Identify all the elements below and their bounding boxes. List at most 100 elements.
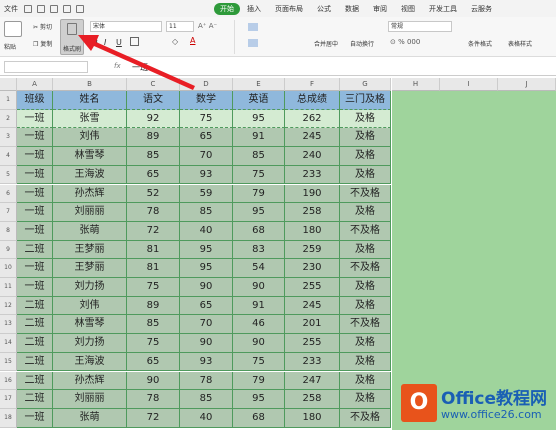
- table-cell[interactable]: 81: [127, 259, 180, 278]
- table-cell[interactable]: 78: [127, 203, 180, 222]
- table-cell[interactable]: 72: [127, 221, 180, 241]
- tab-page-layout[interactable]: 页面布局: [268, 3, 310, 15]
- bold-button[interactable]: B: [92, 38, 98, 47]
- table-cell[interactable]: 78: [180, 371, 233, 391]
- table-cell[interactable]: 190: [285, 184, 340, 204]
- table-cell[interactable]: 90: [233, 278, 285, 297]
- table-cell[interactable]: 180: [285, 408, 340, 428]
- copy-button[interactable]: ❐ 复制: [33, 39, 52, 48]
- table-cell[interactable]: 89: [127, 128, 180, 148]
- table-cell[interactable]: 79: [233, 184, 285, 204]
- table-cell[interactable]: 85: [127, 315, 180, 335]
- column-header-f[interactable]: F: [285, 78, 340, 91]
- table-cell[interactable]: 85: [127, 147, 180, 166]
- column-header-d[interactable]: D: [180, 78, 233, 91]
- table-cell[interactable]: 180: [285, 221, 340, 241]
- tab-review[interactable]: 审阅: [366, 3, 394, 15]
- table-cell[interactable]: 95: [233, 203, 285, 222]
- table-cell[interactable]: 89: [127, 296, 180, 316]
- table-cell[interactable]: 一班: [17, 203, 53, 222]
- font-name-select[interactable]: 宋体: [90, 21, 162, 32]
- table-cell[interactable]: 及格: [340, 128, 391, 148]
- cut-button[interactable]: ✂ 剪切: [33, 22, 52, 31]
- row-header[interactable]: 6: [0, 184, 17, 204]
- row-header[interactable]: 5: [0, 165, 17, 185]
- table-cell[interactable]: 75: [180, 109, 233, 129]
- table-cell[interactable]: 65: [180, 296, 233, 316]
- name-box[interactable]: [4, 61, 88, 73]
- column-header-j[interactable]: J: [498, 78, 556, 91]
- table-cell[interactable]: 刘力扬: [53, 278, 127, 297]
- percent-icon[interactable]: ⊙ % 000: [390, 38, 420, 46]
- table-cell[interactable]: 及格: [340, 109, 391, 129]
- table-cell[interactable]: 75: [233, 352, 285, 372]
- table-cell[interactable]: 不及格: [340, 221, 391, 241]
- table-cell[interactable]: 40: [180, 408, 233, 428]
- table-cell[interactable]: 258: [285, 203, 340, 222]
- tab-view[interactable]: 视图: [394, 3, 422, 15]
- table-cell[interactable]: 78: [127, 390, 180, 409]
- row-header[interactable]: 16: [0, 371, 17, 391]
- align-top-icon[interactable]: [248, 23, 258, 31]
- table-cell[interactable]: 90: [180, 278, 233, 297]
- tab-home[interactable]: 开始: [214, 2, 240, 15]
- table-cell[interactable]: 65: [127, 165, 180, 185]
- table-cell[interactable]: 70: [180, 315, 233, 335]
- table-cell[interactable]: 245: [285, 128, 340, 148]
- table-cell[interactable]: 233: [285, 352, 340, 372]
- row-header[interactable]: 3: [0, 128, 17, 148]
- column-header-g[interactable]: G: [340, 78, 391, 91]
- italic-button[interactable]: I: [104, 38, 106, 47]
- row-header[interactable]: 4: [0, 147, 17, 166]
- table-cell[interactable]: 93: [180, 165, 233, 185]
- table-cell[interactable]: 85: [233, 147, 285, 166]
- table-cell[interactable]: 72: [127, 408, 180, 428]
- paste-button[interactable]: 粘贴: [4, 42, 16, 51]
- row-header[interactable]: 12: [0, 296, 17, 316]
- table-cell[interactable]: 255: [285, 278, 340, 297]
- table-cell[interactable]: 刘伟: [53, 128, 127, 148]
- table-cell[interactable]: 一班: [17, 184, 53, 204]
- column-header-h[interactable]: H: [392, 78, 440, 91]
- table-cell[interactable]: 一班: [17, 128, 53, 148]
- table-cell[interactable]: 林雪琴: [53, 147, 127, 166]
- table-cell[interactable]: 46: [233, 315, 285, 335]
- table-cell[interactable]: 二班: [17, 390, 53, 409]
- table-cell[interactable]: 65: [127, 352, 180, 372]
- column-header-b[interactable]: B: [53, 78, 127, 91]
- row-header[interactable]: 15: [0, 352, 17, 372]
- table-cell[interactable]: 张雪: [53, 109, 127, 129]
- font-grow-shrink-icon[interactable]: A⁺ A⁻: [198, 22, 217, 30]
- align-center-icon[interactable]: [248, 39, 258, 47]
- table-cell[interactable]: 二班: [17, 334, 53, 353]
- table-cell[interactable]: 68: [233, 221, 285, 241]
- fx-icon[interactable]: fx: [114, 62, 121, 70]
- table-cell[interactable]: 不及格: [340, 408, 391, 428]
- table-cell[interactable]: 255: [285, 334, 340, 353]
- table-cell[interactable]: 65: [180, 128, 233, 148]
- print-icon[interactable]: [37, 4, 45, 13]
- table-cell[interactable]: 258: [285, 390, 340, 409]
- print-preview-icon[interactable]: [50, 4, 58, 13]
- header-cell[interactable]: 三门及格: [340, 91, 391, 110]
- spreadsheet-grid[interactable]: A B C D E F G 1 班级 姓名 语文 数学 英语 总成绩 三门及格 2 一班 张雪 92 75 95 262 及…: [0, 78, 392, 430]
- table-cell[interactable]: 75: [127, 278, 180, 297]
- table-cell[interactable]: 张萌: [53, 221, 127, 241]
- table-cell[interactable]: 93: [180, 352, 233, 372]
- table-cell[interactable]: 及格: [340, 165, 391, 185]
- table-cell[interactable]: 230: [285, 259, 340, 278]
- number-format-select[interactable]: 常规: [388, 21, 452, 32]
- table-cell[interactable]: 201: [285, 315, 340, 335]
- header-cell[interactable]: 姓名: [53, 91, 127, 110]
- table-cell[interactable]: 85: [180, 203, 233, 222]
- formula-input[interactable]: 一班: [132, 62, 148, 73]
- tab-data[interactable]: 数据: [338, 3, 366, 15]
- row-header[interactable]: 9: [0, 240, 17, 260]
- table-cell[interactable]: 及格: [340, 352, 391, 372]
- table-cell[interactable]: 二班: [17, 296, 53, 316]
- table-cell[interactable]: 68: [233, 408, 285, 428]
- save-icon[interactable]: [24, 4, 32, 13]
- table-cell[interactable]: 孙杰辉: [53, 184, 127, 204]
- table-cell[interactable]: 245: [285, 296, 340, 316]
- row-header[interactable]: 17: [0, 390, 17, 409]
